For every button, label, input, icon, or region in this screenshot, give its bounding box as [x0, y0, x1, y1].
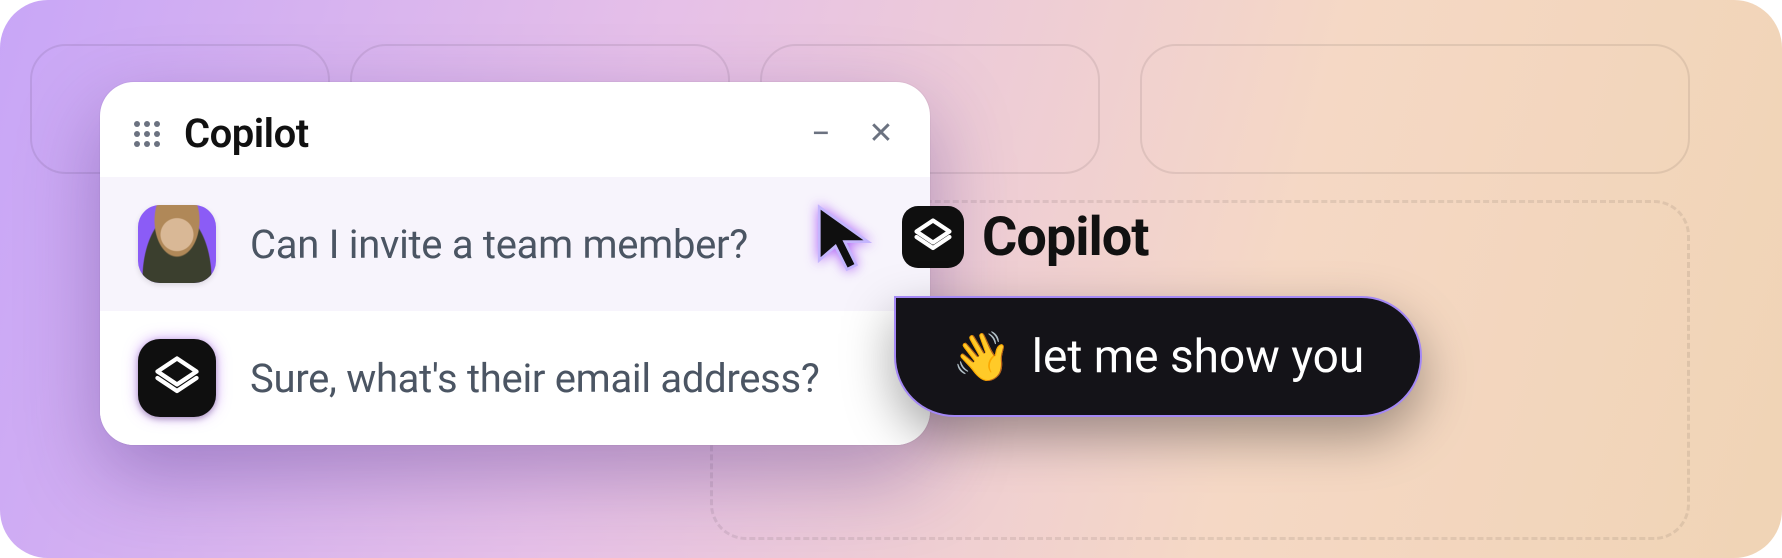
bg-placeholder-4: [1140, 44, 1690, 174]
copilot-logo-icon: [911, 215, 955, 259]
drag-handle-icon[interactable]: [130, 117, 164, 151]
floating-cursor-cluster: Copilot: [810, 200, 1149, 274]
window-title: Copilot: [184, 110, 786, 157]
user-message-text: Can I invite a team member?: [250, 221, 748, 268]
window-titlebar[interactable]: Copilot − ✕: [100, 82, 930, 177]
copilot-logo-icon: [151, 352, 203, 404]
minimize-button[interactable]: −: [806, 117, 836, 151]
cursor-label: Copilot: [982, 206, 1149, 269]
bot-message-text: Sure, what's their email address?: [250, 355, 819, 402]
message-row-user: Can I invite a team member?: [100, 177, 930, 311]
close-button[interactable]: ✕: [866, 119, 896, 149]
window-controls: − ✕: [806, 117, 896, 151]
message-row-bot: Sure, what's their email address?: [100, 311, 930, 445]
user-avatar: [138, 205, 216, 283]
copilot-badge-icon: [902, 206, 964, 268]
cursor-pointer-icon: [810, 200, 884, 274]
gradient-stage: Copilot − ✕ Can I invite a team member? …: [0, 0, 1782, 558]
bubble-text: let me show you: [1032, 330, 1365, 384]
copilot-chat-window: Copilot − ✕ Can I invite a team member? …: [100, 82, 930, 445]
wave-emoji-icon: 👋: [952, 328, 1012, 385]
copilot-avatar: [138, 339, 216, 417]
copilot-speech-bubble[interactable]: 👋 let me show you: [894, 296, 1422, 417]
